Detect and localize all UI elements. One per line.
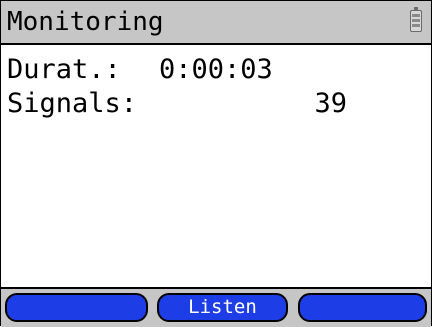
duration-label: Durat.: xyxy=(7,54,121,85)
monitoring-readout: Durat.: 0:00:03 Signals: 39 xyxy=(7,53,427,121)
battery-icon xyxy=(410,7,422,32)
signals-value: 39 xyxy=(314,88,347,119)
battery-level-bar xyxy=(412,19,420,22)
signals-label: Signals: xyxy=(7,88,138,119)
title-bar: Monitoring xyxy=(1,1,431,45)
device-screen: Monitoring Durat.: 0:00:03 Signals: 39 L… xyxy=(0,0,432,327)
listen-button[interactable]: Listen xyxy=(157,293,288,322)
battery-level-bar xyxy=(412,14,420,17)
page-title: Monitoring xyxy=(7,7,164,37)
battery-level-bar xyxy=(412,24,420,27)
signals-row: Signals: 39 xyxy=(7,87,427,121)
duration-row: Durat.: 0:00:03 xyxy=(7,53,427,87)
softkey-left-button[interactable] xyxy=(5,293,148,322)
softkey-right-button[interactable] xyxy=(298,293,427,322)
softkey-bar: Listen xyxy=(1,287,431,327)
duration-value: 0:00:03 xyxy=(159,54,273,85)
